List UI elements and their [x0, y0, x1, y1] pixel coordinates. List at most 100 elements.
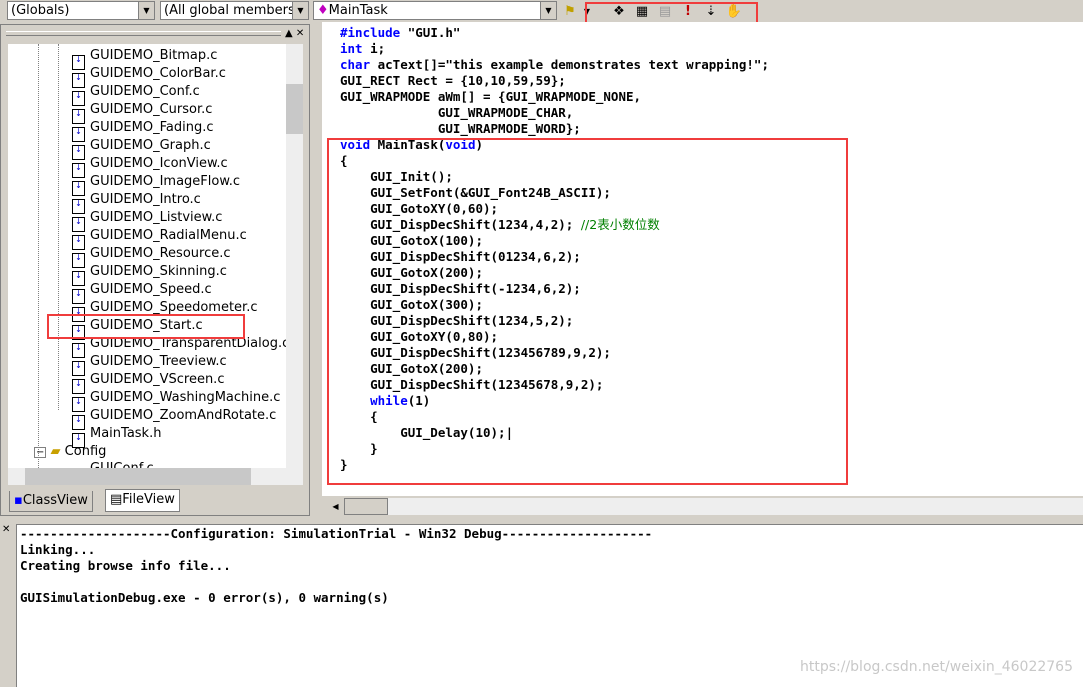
code-text: GUI_DispDecShift(123456789,9,2);	[340, 345, 611, 360]
tree-item[interactable]: ↓ GUIDEMO_ZoomAndRotate.c	[72, 407, 276, 430]
tree-item-label: GUIDEMO_Cursor.c	[90, 102, 213, 117]
watermark: https://blog.csdn.net/weixin_46022765	[799, 659, 1073, 675]
code-line: GUI_GotoX(200);	[340, 361, 483, 377]
collapse-icon[interactable]: −	[34, 447, 47, 458]
code-text: )	[475, 137, 484, 152]
tab-fileview[interactable]: ▤FileView	[105, 489, 180, 512]
chevron-down-icon[interactable]: ▼	[138, 2, 154, 19]
hand-icon[interactable]: ✋	[725, 3, 743, 21]
code-text: }	[340, 441, 378, 456]
tree-item-label: Config	[64, 444, 107, 459]
code-text: i;	[362, 41, 386, 56]
code-line: {	[340, 153, 348, 169]
code-line: char acText[]="this example demonstrates…	[340, 57, 769, 73]
code-text: GUI_GotoX(200);	[340, 361, 483, 376]
tree-item[interactable]: ↓ GUIDEMO_Speedometer.c	[72, 299, 258, 322]
tree-item[interactable]: ↓ GUIDEMO_TransparentDialog.c	[72, 335, 286, 358]
tree-item-label: GUIDEMO_Resource.c	[90, 246, 231, 261]
tree-item[interactable]: ↓ GUIDEMO_IconView.c	[72, 155, 228, 178]
code-line: GUI_RECT Rect = {10,10,59,59};	[340, 73, 566, 89]
members-value: (All global members	[164, 3, 295, 18]
scope-combo[interactable]: (Globals) ▼	[7, 1, 155, 20]
tree-item[interactable]: ↓ GUIDEMO_Cursor.c	[72, 101, 213, 124]
tree-item-label: GUIDEMO_Intro.c	[90, 192, 201, 207]
tree-item[interactable]: ↓ GUIDEMO_Speed.c	[72, 281, 212, 304]
tab-label: FileView	[122, 492, 175, 507]
tree-item[interactable]: ↓ GUIDEMO_WashingMachine.c	[72, 389, 281, 412]
tree-item[interactable]: ↓ GUIDEMO_Skinning.c	[72, 263, 227, 286]
chevron-down-icon[interactable]: ▼	[578, 3, 596, 21]
code-text: GUI_WRAPMODE_CHAR,	[340, 105, 574, 120]
folder-icon: ▰	[50, 444, 61, 459]
code-text: }	[340, 457, 348, 472]
code-text: GUI_GotoX(200);	[340, 265, 483, 280]
tree-folder-config[interactable]: − ▰ Config	[34, 443, 106, 461]
members-combo[interactable]: (All global members ▼	[160, 1, 309, 20]
scroll-thumb[interactable]	[344, 498, 388, 515]
sort-icon[interactable]: ⇣	[702, 3, 720, 21]
code-text: "GUI.h"	[400, 25, 461, 40]
code-text: GUI_GotoX(300);	[340, 297, 483, 312]
code-text: MainTask(	[370, 137, 446, 152]
bookmark-icon[interactable]: ❖	[610, 3, 628, 21]
tree-item[interactable]: ↓ GUIDEMO_VScreen.c	[72, 371, 224, 394]
code-text: GUI_DispDecShift(01234,6,2);	[340, 249, 581, 264]
tree-hscrollbar[interactable]	[8, 468, 303, 485]
code-text: GUI_DispDecShift(1234,5,2);	[340, 313, 574, 328]
tree-item[interactable]: ↓ GUIDEMO_Listview.c	[72, 209, 223, 232]
code-line: GUI_Delay(10);|	[340, 425, 513, 441]
code-editor[interactable]: #include "GUI.h" int i; char acText[]="thi…	[322, 22, 1083, 496]
exclamation-icon[interactable]: !	[679, 3, 697, 21]
tree-item[interactable]: ↓ GUIDEMO_RadialMenu.c	[72, 227, 247, 250]
tree-vscrollbar[interactable]	[286, 44, 303, 468]
editor-hscrollbar[interactable]: ◀	[327, 498, 1083, 515]
tree-item-label: GUIDEMO_Bitmap.c	[90, 48, 218, 63]
tree-item-label: GUIDEMO_Start.c	[90, 318, 203, 333]
tree-item[interactable]: ↓ GUIDEMO_Start.c	[72, 317, 203, 340]
tree-item-label: GUIDEMO_IconView.c	[90, 156, 228, 171]
function-combo[interactable]: ♦MainTask ▼	[313, 1, 557, 20]
code-text: (1)	[407, 393, 431, 408]
tree-item[interactable]: ↓ GUIDEMO_Fading.c	[72, 119, 213, 142]
code-text: GUI_WRAPMODE_WORD};	[340, 121, 581, 136]
chevron-down-icon[interactable]: ▼	[292, 2, 308, 19]
scroll-thumb[interactable]	[286, 84, 303, 134]
panel-close-icon[interactable]: ▲ ✕	[285, 28, 304, 39]
code-line: }	[340, 441, 378, 457]
tree-item[interactable]: ↓ GUIDEMO_Resource.c	[72, 245, 231, 268]
scroll-left-icon[interactable]: ◀	[327, 498, 344, 515]
tree-item[interactable]: ↓ GUIDEMO_Treeview.c	[72, 353, 227, 376]
output-close-icon[interactable]: ✕	[2, 524, 10, 535]
tree-item[interactable]: ↓ GUIDEMO_Bitmap.c	[72, 47, 218, 70]
tree-item[interactable]: ↓ GUIDEMO_Graph.c	[72, 137, 211, 160]
code-line: GUI_GotoXY(0,80);	[340, 329, 498, 345]
classview-icon: ▪	[14, 493, 23, 508]
code-text: GUI_SetFont(&GUI_Font24B_ASCII);	[340, 185, 611, 200]
code-text: {	[340, 409, 378, 424]
tree-line	[38, 44, 39, 468]
code-line: while(1)	[340, 393, 430, 409]
code-text: GUI_DispDecShift(1234,4,2);	[340, 217, 581, 232]
tree-item[interactable]: ↓GUIConf.c	[72, 460, 154, 468]
tree-item[interactable]: ↓ GUIDEMO_ColorBar.c	[72, 65, 226, 88]
tree-item[interactable]: ↓ GUIDEMO_Conf.c	[72, 83, 200, 106]
code-text: GUI_Init();	[340, 169, 453, 184]
tree-item[interactable]: ↓ GUIDEMO_ImageFlow.c	[72, 173, 240, 196]
code-line: GUI_DispDecShift(1234,4,2); //2表小数位数	[340, 217, 660, 233]
wizard-icon[interactable]: ⚑	[561, 3, 579, 21]
function-value: MainTask	[328, 3, 388, 18]
tree-item[interactable]: ↓ MainTask.h	[72, 425, 161, 448]
calendar-icon[interactable]: ▦	[633, 3, 651, 21]
tree-item-label: GUIDEMO_WashingMachine.c	[90, 390, 281, 405]
chevron-down-icon[interactable]: ▼	[540, 2, 556, 19]
code-line: GUI_DispDecShift(-1234,6,2);	[340, 281, 581, 297]
tab-classview[interactable]: ▪ClassView	[9, 491, 93, 512]
code-text: GUI_GotoXY(0,80);	[340, 329, 499, 344]
keyword: void	[445, 137, 476, 152]
scroll-thumb[interactable]	[25, 468, 251, 485]
tree-item-label: GUIDEMO_Listview.c	[90, 210, 223, 225]
tree-item[interactable]: ↓ GUIDEMO_Intro.c	[72, 191, 201, 214]
panel-grip[interactable]	[6, 31, 281, 36]
code-text: GUI_GotoXY(0,60);	[340, 201, 499, 216]
code-text: GUI_DispDecShift(12345678,9,2);	[340, 377, 604, 392]
